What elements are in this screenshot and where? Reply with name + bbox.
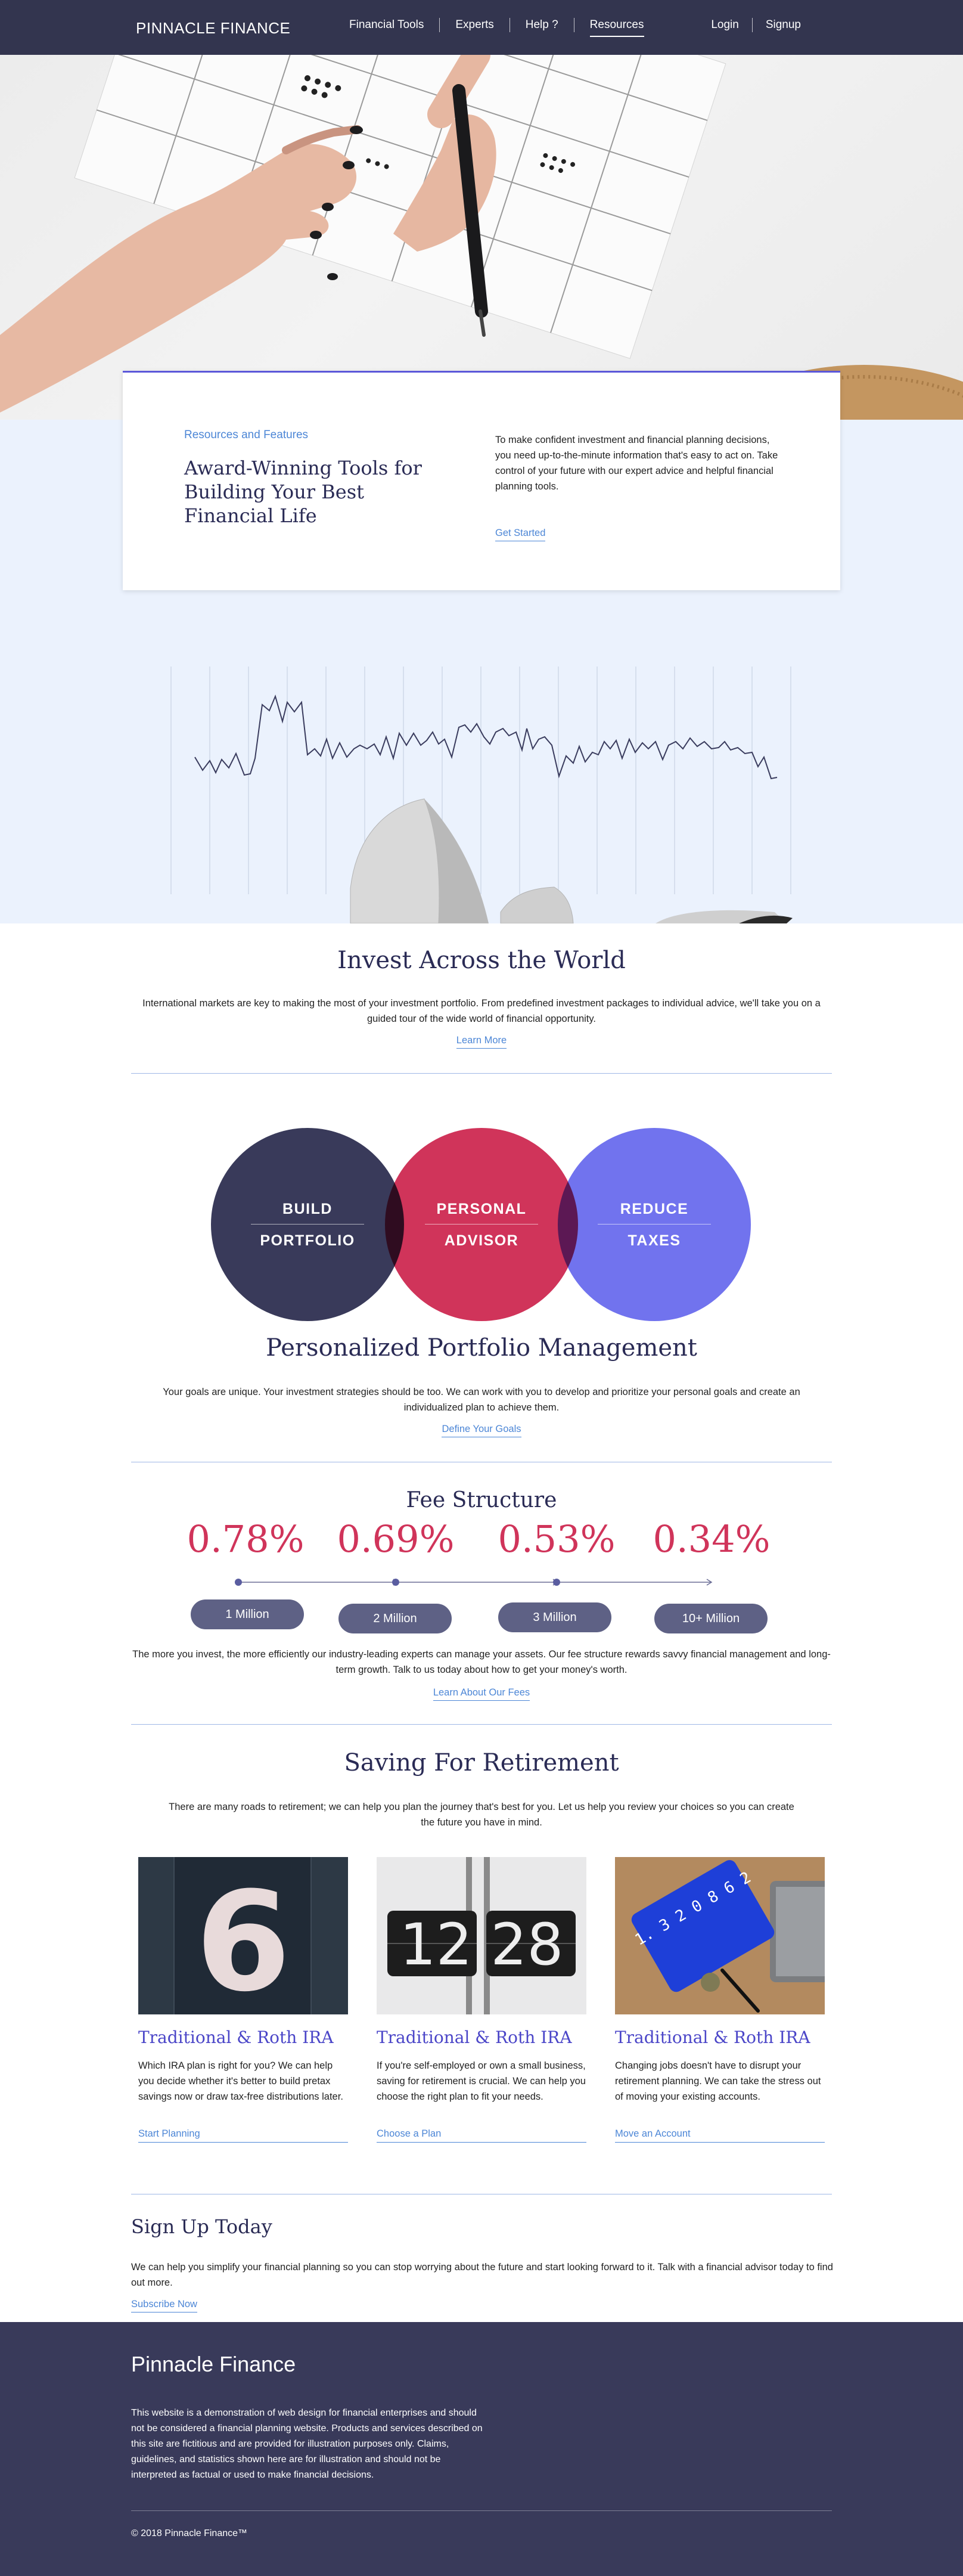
nav-link-help[interactable]: Help ? xyxy=(510,18,574,32)
circle-label-2: TAXES xyxy=(627,1232,681,1249)
circle-divider xyxy=(425,1223,538,1225)
retirement-card-2: 12 28 Traditional & Roth IRA If you're s… xyxy=(377,1857,586,2143)
signup-title: Sign Up Today xyxy=(131,2215,272,2238)
card-title: Traditional & Roth IRA xyxy=(138,2028,334,2047)
nav-link-financial-tools[interactable]: Financial Tools xyxy=(334,18,440,32)
nav-link-experts[interactable]: Experts xyxy=(440,18,510,32)
fee-title: Fee Structure xyxy=(406,1488,557,1512)
card-link-row: Move an Account xyxy=(615,2128,825,2143)
card-link-row: Choose a Plan xyxy=(377,2128,586,2143)
choose-plan-link[interactable]: Choose a Plan xyxy=(377,2128,441,2139)
divider xyxy=(131,1724,832,1725)
fee-text: The more you invest, the more efficientl… xyxy=(132,1649,831,1675)
tier-pill-3[interactable]: 3 Million xyxy=(498,1602,611,1632)
fee-timeline xyxy=(235,1579,713,1586)
auth-links: Login Signup xyxy=(698,18,814,32)
retirement-card-1: 6 Traditional & Roth IRA Which IRA plan … xyxy=(138,1857,348,2143)
retirement-text: There are many roads to retirement; we c… xyxy=(169,1802,794,1828)
circle-divider xyxy=(251,1223,364,1225)
card-text: Changing jobs doesn't have to disrupt yo… xyxy=(615,2060,821,2102)
retirement-card-3: 1. 3 2 0 8 6 2 Traditional & Roth IRA Ch… xyxy=(615,1857,825,2143)
get-started-link[interactable]: Get Started xyxy=(495,528,546,541)
reduce-taxes-circle[interactable]: REDUCE TAXES xyxy=(558,1128,751,1321)
circle-label-2: PORTFOLIO xyxy=(260,1232,355,1249)
portfolio-text: Your goals are unique. Your investment s… xyxy=(163,1387,800,1413)
fee-rate-3: 0.53% xyxy=(498,1517,616,1561)
fee-rate-2: 0.69% xyxy=(337,1517,455,1561)
move-account-link[interactable]: Move an Account xyxy=(615,2128,691,2139)
feature-title: Award-Winning Tools for Building Your Be… xyxy=(184,457,422,527)
footer-copyright: © 2018 Pinnacle Finance™ xyxy=(131,2528,248,2538)
retirement-title: Saving For Retirement xyxy=(344,1749,619,1777)
portfolio-title: Personalized Portfolio Management xyxy=(266,1334,697,1362)
tier-pill-1[interactable]: 1 Million xyxy=(191,1599,304,1629)
card-text: Which IRA plan is right for you? We can … xyxy=(138,2060,343,2102)
feature-eyebrow: Resources and Features xyxy=(184,429,309,441)
circle-label-1: REDUCE xyxy=(620,1200,689,1217)
fee-rate-4: 0.34% xyxy=(653,1517,771,1561)
market-chart-illustration xyxy=(0,632,963,923)
invest-title: Invest Across the World xyxy=(337,947,626,974)
footer-disclaimer: This website is a demonstration of web d… xyxy=(131,2408,483,2480)
login-link[interactable]: Login xyxy=(698,18,753,32)
site-footer: Pinnacle Finance This website is a demon… xyxy=(0,2322,963,2576)
portfolio-link-wrap: Define Your Goals xyxy=(0,1424,963,1437)
brand-logo[interactable]: PINNACLE FINANCE xyxy=(136,19,290,38)
tier-pill-4[interactable]: 10+ Million xyxy=(654,1604,768,1633)
circle-label-1: BUILD xyxy=(282,1200,333,1217)
card-text: If you're self-employed or own a small b… xyxy=(377,2060,586,2102)
learn-about-fees-link[interactable]: Learn About Our Fees xyxy=(433,1687,530,1701)
card-image-1: 6 xyxy=(138,1857,348,2014)
fee-link-wrap: Learn About Our Fees xyxy=(0,1687,963,1701)
start-planning-link[interactable]: Start Planning xyxy=(138,2128,200,2139)
circle-divider xyxy=(598,1223,711,1225)
nav-link-resources[interactable]: Resources xyxy=(574,18,660,37)
invest-link-wrap: Learn More xyxy=(0,1035,963,1049)
feature-text: To make confident investment and financi… xyxy=(495,435,778,492)
footer-brand: Pinnacle Finance xyxy=(131,2352,296,2376)
card-image-3: 1. 3 2 0 8 6 2 xyxy=(615,1857,825,2014)
tier-pill-2[interactable]: 2 Million xyxy=(338,1604,452,1633)
define-goals-link[interactable]: Define Your Goals xyxy=(442,1424,521,1437)
hero-image xyxy=(0,55,963,420)
feature-card: Resources and Features Award-Winning Too… xyxy=(123,371,840,590)
card-1-image-digit: 6 xyxy=(195,1863,291,2014)
main-nav: Financial Tools Experts Help ? Resources xyxy=(334,18,660,37)
fee-rate-1: 0.78% xyxy=(187,1517,305,1561)
card-title: Traditional & Roth IRA xyxy=(377,2028,572,2047)
card-image-2: 12 28 xyxy=(377,1857,586,2014)
subscribe-now-link[interactable]: Subscribe Now xyxy=(131,2299,197,2312)
top-navbar: PINNACLE FINANCE Financial Tools Experts… xyxy=(0,0,963,55)
card-title: Traditional & Roth IRA xyxy=(615,2028,810,2047)
personal-advisor-circle[interactable]: PERSONAL ADVISOR xyxy=(385,1128,578,1321)
card-link-row: Start Planning xyxy=(138,2128,348,2143)
learn-more-link[interactable]: Learn More xyxy=(456,1035,507,1049)
card-2-image-digits: 12 28 xyxy=(400,1911,564,1978)
build-portfolio-circle[interactable]: BUILD PORTFOLIO xyxy=(211,1128,404,1321)
footer-divider xyxy=(131,2510,832,2511)
signup-link[interactable]: Signup xyxy=(753,18,814,32)
circle-label-2: ADVISOR xyxy=(444,1232,519,1249)
circle-label-1: PERSONAL xyxy=(436,1200,527,1217)
signup-text: We can help you simplify your financial … xyxy=(131,2262,833,2288)
divider xyxy=(131,1073,832,1074)
invest-text: International markets are key to making … xyxy=(142,998,821,1024)
